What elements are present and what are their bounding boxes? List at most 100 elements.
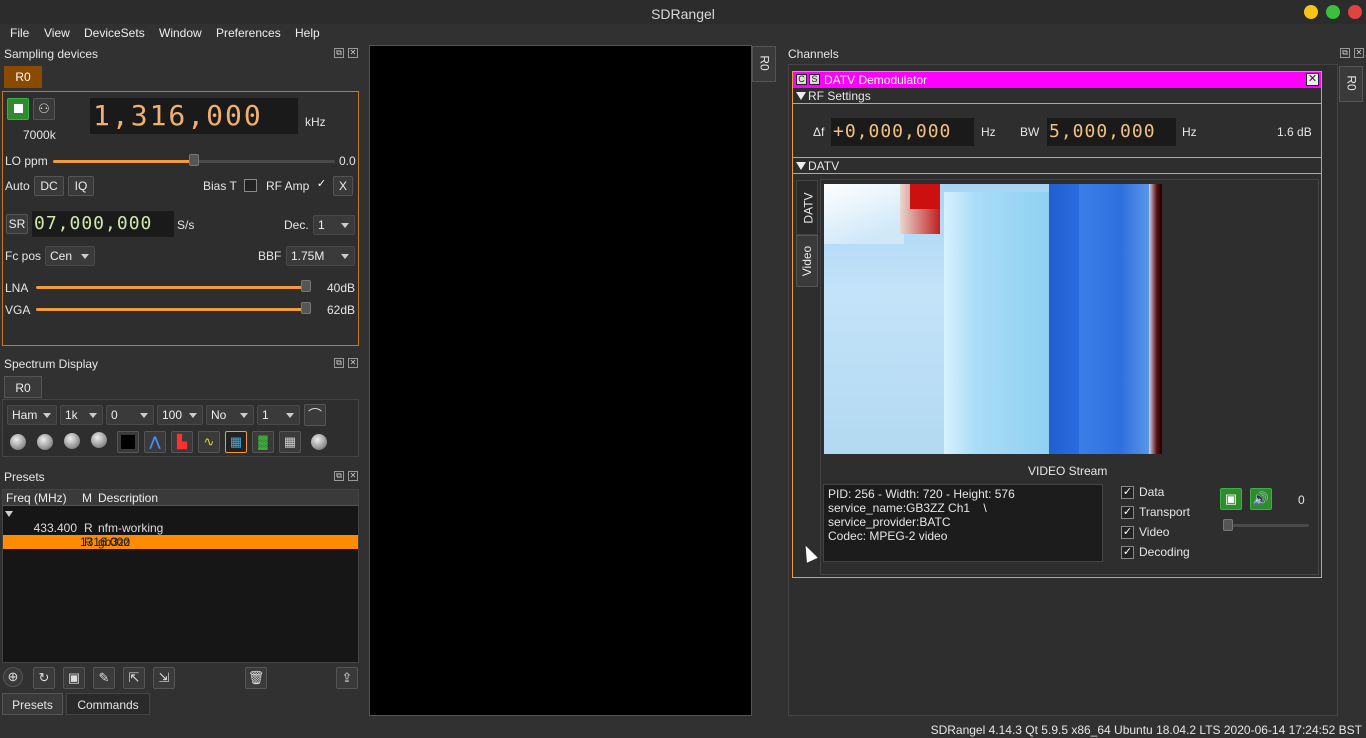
menu-devicesets[interactable]: DeviceSets xyxy=(84,26,145,40)
import-icon[interactable]: ⇲ xyxy=(153,667,175,689)
ref-level-select[interactable]: 0 xyxy=(106,405,154,425)
peak-hold-icon[interactable]: ⋀ xyxy=(144,431,166,453)
menu-file[interactable]: File xyxy=(10,26,29,40)
lo-ppm-label: LO ppm xyxy=(5,154,48,168)
load-icon[interactable]: ⇪ xyxy=(336,667,358,689)
minimize-button[interactable] xyxy=(1304,5,1318,19)
menu-preferences[interactable]: Preferences xyxy=(216,26,281,40)
close-icon[interactable]: ✕ xyxy=(1354,48,1364,58)
max-hold-icon[interactable]: ▙ xyxy=(171,431,193,453)
fft-size-select[interactable]: 1k xyxy=(60,405,103,425)
center-frequency-dial[interactable]: 1,316,000 xyxy=(90,98,298,134)
preset-row[interactable]: 433.400 R nfm-working xyxy=(3,521,358,535)
close-button[interactable] xyxy=(1348,5,1362,19)
sample-rate-dial[interactable]: 07,000,000 xyxy=(32,211,174,237)
float-icon[interactable]: ⧉ xyxy=(1340,48,1350,58)
vga-slider[interactable] xyxy=(301,302,311,314)
float-icon[interactable]: ⧉ xyxy=(334,358,344,368)
decay-divisor-knob[interactable] xyxy=(37,434,53,450)
float-icon[interactable]: ⧉ xyxy=(334,471,344,481)
tab-presets[interactable]: Presets xyxy=(2,693,63,715)
col-mode[interactable]: M xyxy=(82,490,92,506)
close-icon[interactable]: ✕ xyxy=(348,48,358,58)
video-checkbox[interactable]: ✓ xyxy=(1121,526,1134,539)
tab-commands[interactable]: Commands xyxy=(66,693,150,715)
decoding-checkbox[interactable]: ✓ xyxy=(1121,546,1134,559)
grid-icon[interactable]: ▦ xyxy=(279,431,301,453)
tab-r0-spectrum[interactable]: R0 xyxy=(4,376,42,398)
gradient-knob[interactable] xyxy=(91,432,107,448)
auto-label: Auto xyxy=(5,179,30,193)
close-icon[interactable]: ✕ xyxy=(348,358,358,368)
dc-button[interactable]: DC xyxy=(34,176,64,196)
decay-knob[interactable] xyxy=(10,434,26,450)
main-spectrum-area[interactable] xyxy=(369,45,752,716)
preset-row-selected[interactable]: 1316.000 R gb3zz xyxy=(3,535,358,549)
side-tab-r0[interactable]: R0 xyxy=(752,46,776,82)
menu-window[interactable]: Window xyxy=(159,26,202,40)
start-stop-button[interactable] xyxy=(7,98,29,120)
export-icon[interactable]: ⇱ xyxy=(123,667,145,689)
iq-button[interactable]: IQ xyxy=(68,176,94,196)
channels-side-tab[interactable]: R0 xyxy=(1339,66,1363,102)
fc-pos-select[interactable]: Cen xyxy=(45,246,95,266)
fullscreen-icon[interactable]: ▣ xyxy=(1220,488,1242,510)
sr-unit: S/s xyxy=(177,218,195,232)
s-button[interactable]: S xyxy=(809,74,820,85)
delete-icon[interactable]: 🗑 xyxy=(245,667,267,689)
averaging-select[interactable]: 1 xyxy=(257,405,300,425)
col-freq[interactable]: Freq (MHz) xyxy=(6,490,67,506)
col-description[interactable]: Description xyxy=(98,490,158,506)
waterfall-icon[interactable]: ▓ xyxy=(252,431,274,453)
rf-amp-checkbox[interactable]: ✓ xyxy=(315,179,328,192)
group-expand-icon[interactable] xyxy=(5,511,13,517)
transport-checkbox[interactable]: ✓ xyxy=(1121,506,1134,519)
range-select[interactable]: 100 xyxy=(157,405,203,425)
save-icon[interactable]: ▣ xyxy=(63,667,85,689)
bias-t-label: Bias T xyxy=(203,179,237,193)
update-preset-icon[interactable]: ↻ xyxy=(33,667,55,689)
clear-spectrum-icon[interactable] xyxy=(117,431,139,453)
rf-amp-label: RF Amp xyxy=(266,179,310,193)
curve-icon[interactable]: ⌒ xyxy=(304,404,326,426)
sr-button[interactable]: SR xyxy=(6,214,28,234)
histogram-icon[interactable]: ▦ xyxy=(225,431,247,453)
averaging-mode-select[interactable]: No xyxy=(206,405,254,425)
maximize-button[interactable] xyxy=(1326,5,1340,19)
vtab-datv[interactable]: DATV xyxy=(796,180,818,235)
datv-demodulator-window: C S DATV Demodulator ✕ RF Settings Δf +0… xyxy=(792,71,1322,578)
edit-icon[interactable]: ✎ xyxy=(93,667,115,689)
vtab-video[interactable]: Video xyxy=(796,235,818,287)
presets-title: Presets xyxy=(4,470,45,484)
decimation-select[interactable]: 1 xyxy=(313,215,355,235)
stroke-knob[interactable] xyxy=(64,433,80,449)
grid-intensity-knob[interactable] xyxy=(311,434,327,450)
window-function-select[interactable]: Ham xyxy=(7,405,57,425)
datv-header[interactable]: DATV xyxy=(793,157,1321,173)
record-icon[interactable]: ⚇ xyxy=(33,98,55,120)
menu-help[interactable]: Help xyxy=(295,26,320,40)
volume-slider[interactable] xyxy=(1223,519,1233,531)
x-button[interactable]: X xyxy=(333,176,353,196)
bbf-select[interactable]: 1.75M xyxy=(286,246,355,266)
lo-ppm-slider[interactable] xyxy=(189,154,199,166)
close-icon[interactable]: ✕ xyxy=(348,471,358,481)
float-icon[interactable]: ⧉ xyxy=(334,48,344,58)
lna-value: 40dB xyxy=(327,281,356,295)
lna-slider[interactable] xyxy=(301,280,311,292)
tab-r0-sampling[interactable]: R0 xyxy=(4,66,42,88)
close-icon[interactable]: ✕ xyxy=(1306,73,1319,86)
c-button[interactable]: C xyxy=(796,74,807,85)
frequency-shift-dial[interactable]: +0,000,000 xyxy=(831,118,974,146)
data-checkbox[interactable]: ✓ xyxy=(1121,486,1134,499)
preset-desc: gb3zz xyxy=(98,535,131,549)
add-preset-icon[interactable]: ⊕ xyxy=(3,667,23,687)
bandwidth-dial[interactable]: 5,000,000 xyxy=(1047,118,1176,146)
rf-settings-header[interactable]: RF Settings xyxy=(793,88,1321,104)
speaker-icon[interactable]: 🔊 xyxy=(1250,488,1272,510)
menu-view[interactable]: View xyxy=(44,26,70,40)
bias-t-checkbox[interactable] xyxy=(244,179,257,192)
bw-label: BW xyxy=(1020,125,1040,139)
stream-info-box: PID: 256 - Width: 720 - Height: 576 serv… xyxy=(823,484,1103,562)
current-spectrum-icon[interactable]: ∿ xyxy=(198,431,220,453)
